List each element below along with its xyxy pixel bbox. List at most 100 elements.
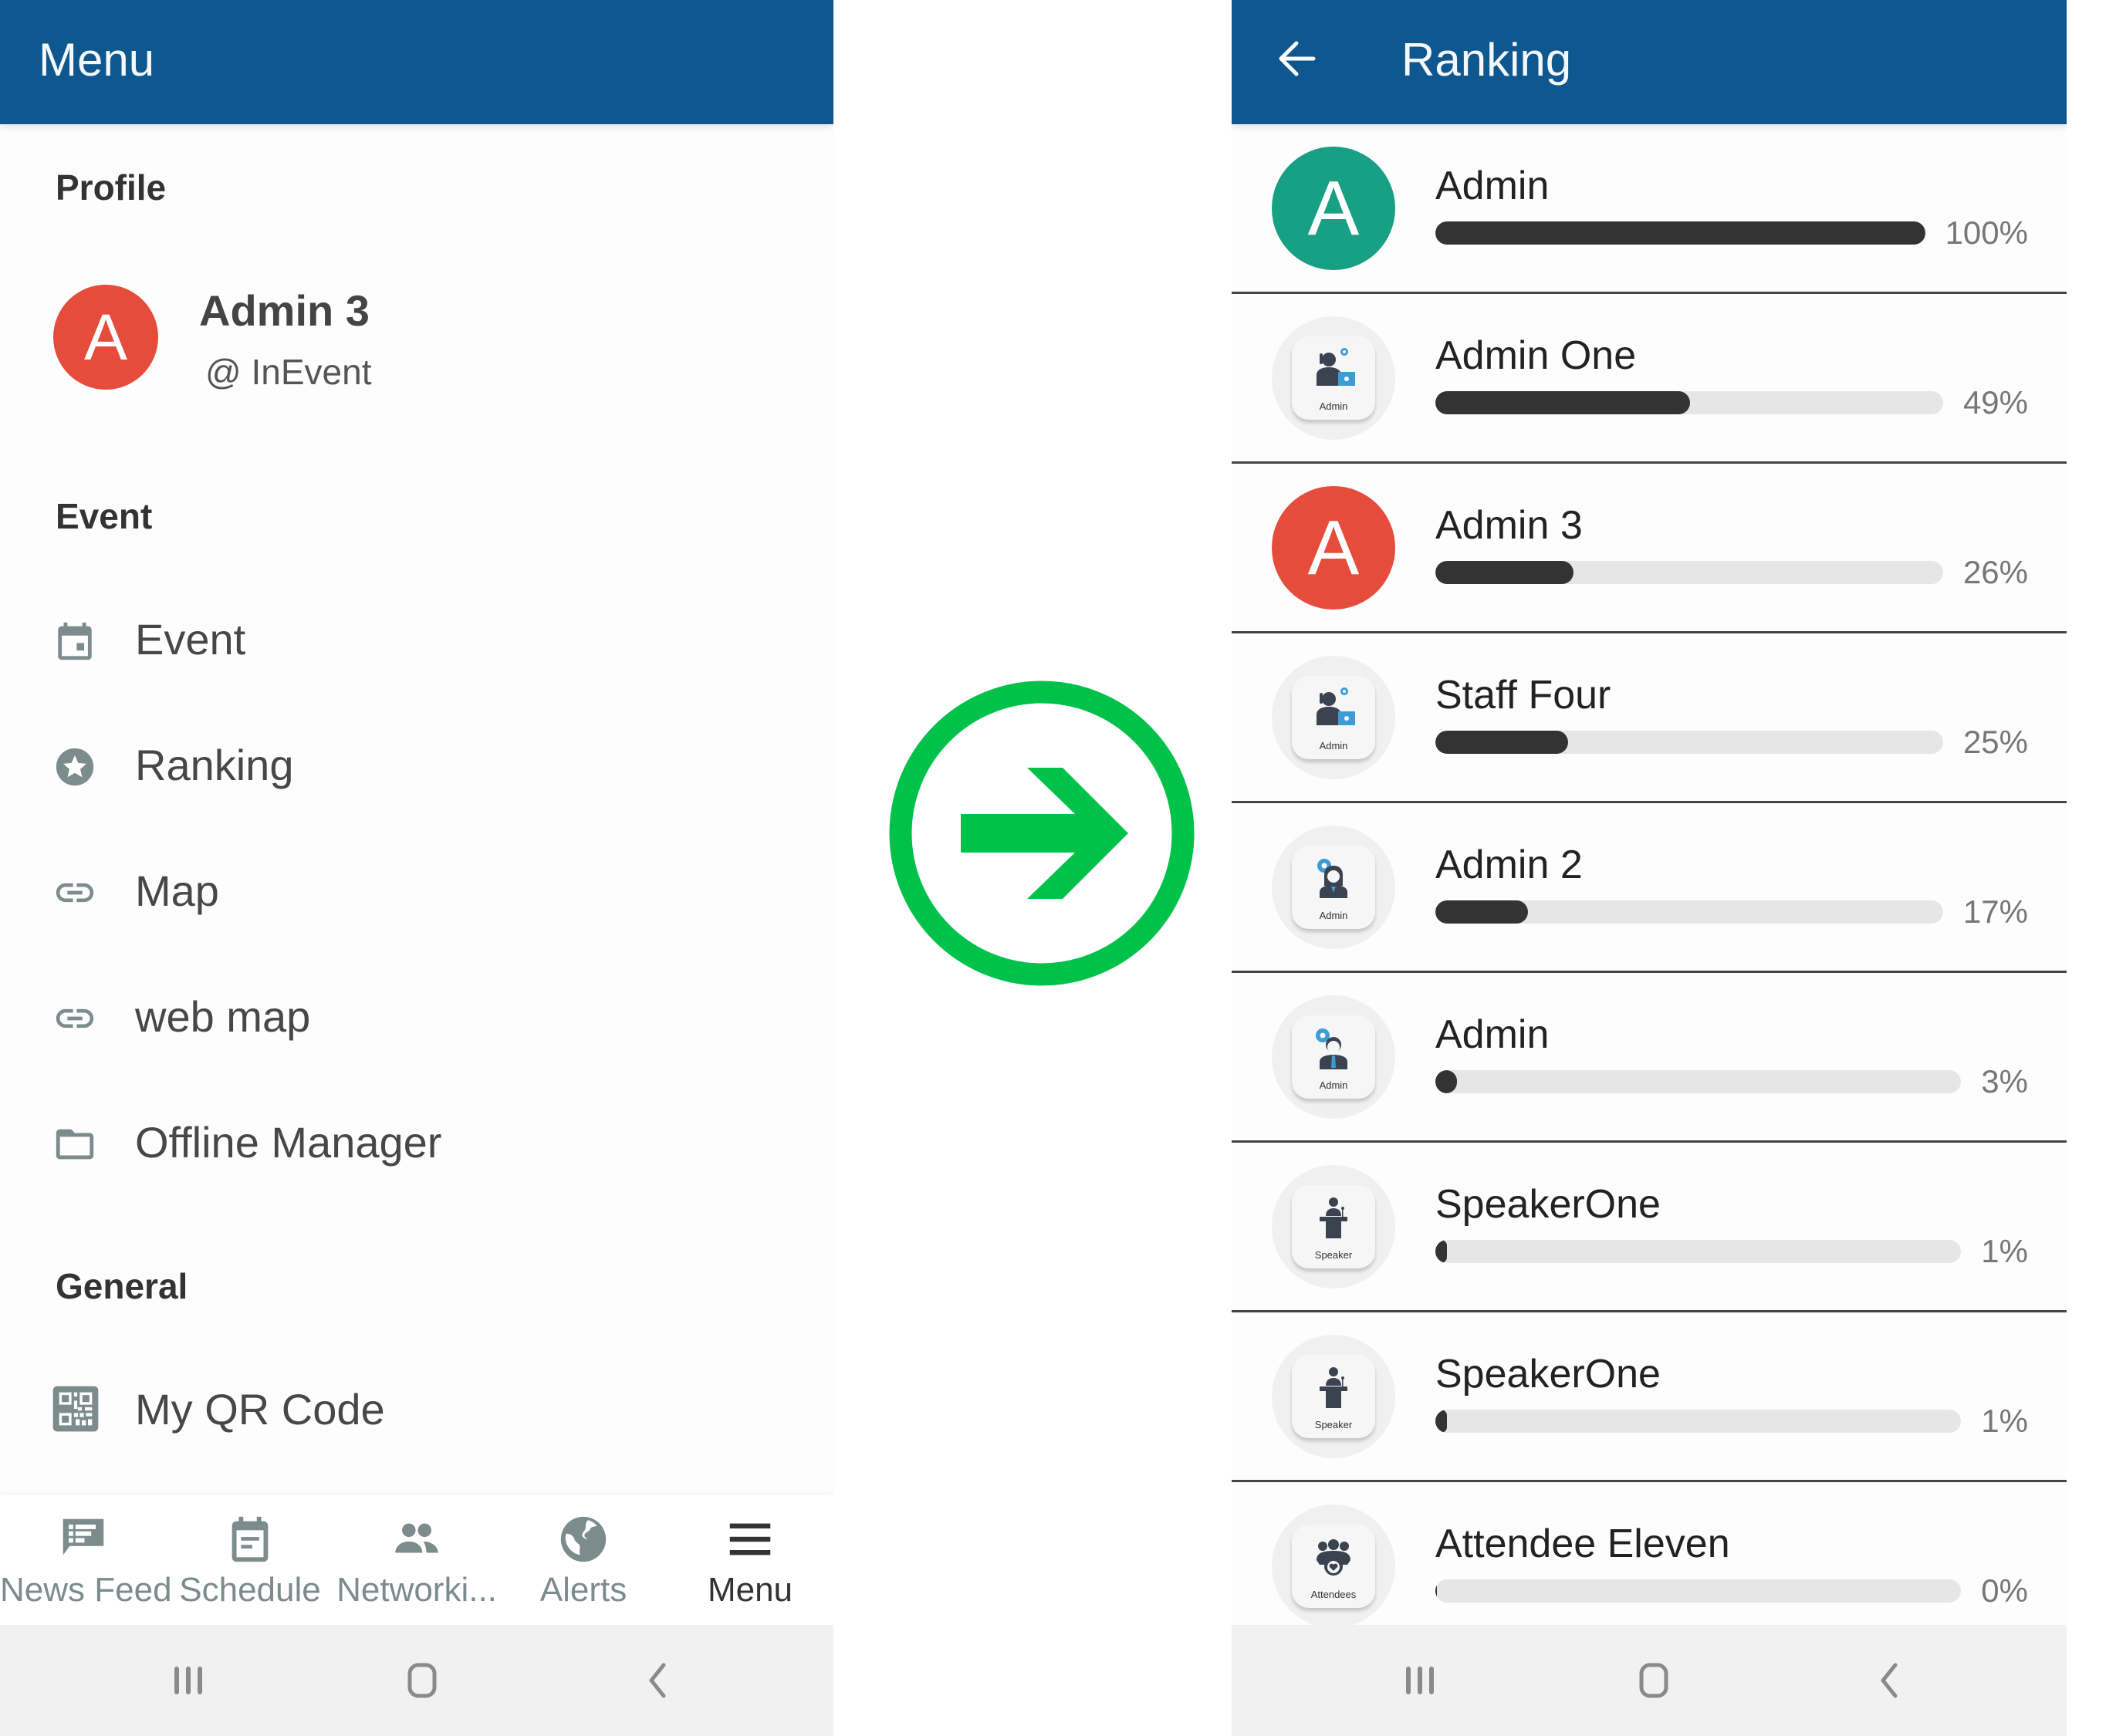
avatar-image: Admin	[1292, 336, 1375, 420]
section-header-profile: Profile	[56, 167, 167, 208]
ranking-screen: Ranking A Admin 100% Admin Admin One 49% A Admi…	[1232, 0, 2067, 1736]
score-progress: 1%	[1435, 1403, 2028, 1439]
score-percent: 0%	[1981, 1572, 2028, 1609]
progress-track	[1435, 1070, 1962, 1093]
ranking-row[interactable]: Admin Admin 3%	[1232, 973, 2067, 1143]
tab-networking[interactable]: Networki...	[333, 1495, 500, 1625]
avatar: A	[1272, 147, 1395, 270]
tab-schedule[interactable]: Schedule	[167, 1495, 333, 1625]
menu-item-map[interactable]: Map	[0, 846, 833, 938]
link-icon	[52, 870, 97, 915]
people-icon	[390, 1512, 444, 1566]
score-percent: 25%	[1962, 724, 2028, 760]
progress-track	[1435, 391, 1943, 414]
recent-apps-icon[interactable]	[157, 1650, 219, 1711]
app-bar: Menu	[0, 0, 833, 124]
avatar-caption: Admin	[1319, 400, 1348, 412]
score-progress: 25%	[1435, 724, 2028, 760]
progress-fill	[1435, 391, 1691, 414]
menu-item-my-qr-code[interactable]: My QR Code	[0, 1364, 833, 1457]
avatar-image: Admin	[1292, 1015, 1375, 1099]
avatar-image: Attendees	[1292, 1525, 1375, 1608]
score-progress: 0%	[1435, 1572, 2028, 1609]
avatar-caption: Admin	[1319, 740, 1348, 751]
avatar: Attendees	[1272, 1505, 1395, 1628]
progress-fill	[1435, 221, 1925, 245]
participant-name: SpeakerOne	[1435, 1182, 1661, 1227]
score-percent: 49%	[1962, 384, 2028, 420]
qr-code-icon	[51, 1384, 100, 1434]
avatar-image: Admin	[1292, 676, 1375, 759]
progress-fill	[1435, 1240, 1447, 1263]
tab-menu[interactable]: Menu	[667, 1495, 833, 1625]
score-percent: 100%	[1945, 214, 2028, 251]
page-title: Menu	[39, 34, 155, 86]
tab-alerts[interactable]: Alerts	[500, 1495, 667, 1625]
ranking-row[interactable]: Admin Admin 2 17%	[1232, 803, 2067, 973]
progress-fill	[1435, 1070, 1458, 1093]
section-header-event: Event	[56, 496, 153, 536]
score-percent: 17%	[1962, 893, 2028, 930]
avatar-caption: Attendees	[1310, 1589, 1357, 1600]
system-navigation-bar	[0, 1625, 833, 1736]
participant-name: Attendee Eleven	[1435, 1522, 1730, 1566]
tab-label: Schedule	[179, 1571, 321, 1609]
arrow-back-icon[interactable]	[1270, 31, 1326, 86]
hamburger-icon	[723, 1512, 777, 1566]
ranking-row[interactable]: Admin Admin One 49%	[1232, 294, 2067, 464]
news-feed-icon	[56, 1512, 110, 1566]
tab-label: Networki...	[336, 1571, 497, 1609]
menu-item-web-map[interactable]: web map	[0, 971, 833, 1064]
profile-card[interactable]: A Admin 3 @ InEvent	[0, 262, 833, 417]
avatar-caption: Admin	[1319, 910, 1348, 921]
system-back-icon[interactable]	[627, 1650, 688, 1711]
profile-organization: @ InEvent	[205, 352, 372, 392]
ranking-row[interactable]: A Admin 100%	[1232, 124, 2067, 294]
progress-fill	[1435, 561, 1574, 584]
score-progress: 1%	[1435, 1233, 2028, 1269]
progress-fill	[1435, 1410, 1447, 1433]
system-back-icon[interactable]	[1858, 1650, 1920, 1711]
progress-fill	[1435, 900, 1528, 924]
recent-apps-icon[interactable]	[1389, 1650, 1451, 1711]
ranking-row[interactable]: Admin Staff Four 25%	[1232, 633, 2067, 803]
score-progress: 100%	[1435, 214, 2028, 251]
avatar: Admin	[1272, 826, 1395, 949]
tab-label: Alerts	[539, 1571, 627, 1609]
avatar: Admin	[1272, 316, 1395, 440]
ranking-list: A Admin 100% Admin Admin One 49% A Admin 3 26% Ad…	[1232, 124, 2067, 1652]
avatar: Speaker	[1272, 1335, 1395, 1458]
menu-item-event[interactable]: Event	[0, 594, 833, 687]
system-navigation-bar	[1232, 1625, 2067, 1736]
menu-item-ranking[interactable]: Ranking	[0, 720, 833, 812]
section-header-general: General	[56, 1266, 188, 1306]
profile-name: Admin 3	[199, 286, 370, 335]
participant-name: Admin 3	[1435, 503, 1583, 548]
avatar-caption: Speaker	[1314, 1419, 1353, 1430]
score-percent: 26%	[1962, 554, 2028, 590]
avatar-image: Admin	[1292, 846, 1375, 929]
progress-track	[1435, 731, 1943, 754]
menu-item-offline-manager[interactable]: Offline Manager	[0, 1097, 833, 1190]
tab-news-feed[interactable]: News Feed	[0, 1495, 172, 1625]
progress-track	[1435, 1410, 1962, 1433]
avatar-image: Speaker	[1292, 1185, 1375, 1268]
avatar-caption: Admin	[1319, 1079, 1348, 1091]
tab-label: Menu	[707, 1571, 793, 1609]
participant-name: Admin	[1435, 164, 1550, 208]
home-icon[interactable]	[391, 1650, 453, 1711]
progress-track	[1435, 561, 1943, 584]
star-circle-icon	[52, 745, 97, 789]
ranking-row[interactable]: Speaker SpeakerOne 1%	[1232, 1143, 2067, 1312]
avatar: Speaker	[1272, 1165, 1395, 1288]
progress-track	[1435, 900, 1943, 924]
folder-icon	[52, 1122, 97, 1167]
participant-name: Staff Four	[1435, 673, 1611, 718]
ranking-row[interactable]: Speaker SpeakerOne 1%	[1232, 1312, 2067, 1482]
score-percent: 3%	[1981, 1063, 2028, 1099]
ranking-row[interactable]: A Admin 3 26%	[1232, 464, 2067, 633]
arrow-right-circle-icon	[889, 681, 1195, 986]
progress-fill	[1435, 1579, 1437, 1603]
home-icon[interactable]	[1623, 1650, 1685, 1711]
bottom-tab-bar: News Feed Schedule Networki... Alerts Me…	[0, 1495, 833, 1625]
